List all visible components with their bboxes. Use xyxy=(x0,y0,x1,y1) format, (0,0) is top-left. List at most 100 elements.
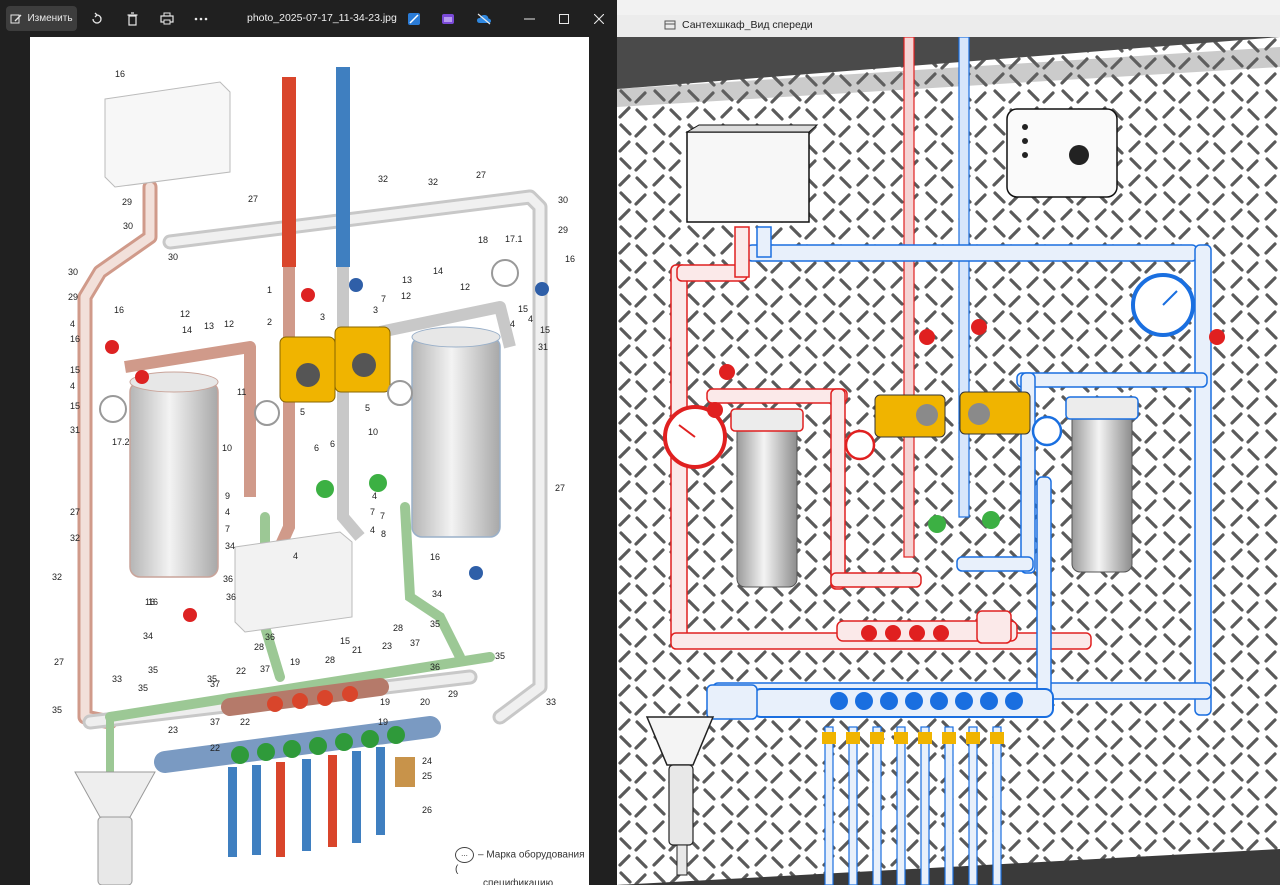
callout-label: 4 xyxy=(70,319,75,329)
callout-label: 29 xyxy=(68,292,78,302)
callout-label: 27 xyxy=(248,194,258,204)
photo-viewer-window[interactable]: Изменить photo_2025-07-17_11-34-23.jpg 1… xyxy=(0,0,617,885)
callout-label: 4 xyxy=(372,491,377,501)
callout-label: 17.2 xyxy=(112,437,130,447)
callout-label: 24 xyxy=(422,756,432,766)
callout-label: 19 xyxy=(378,717,388,727)
more-button[interactable] xyxy=(190,6,212,31)
callout-label: 7 xyxy=(381,294,386,304)
callout-label: 5 xyxy=(300,407,305,417)
photo-editor-button[interactable] xyxy=(404,6,424,31)
edit-icon xyxy=(10,14,22,23)
callout-label: 7 xyxy=(380,511,385,521)
print-button[interactable] xyxy=(156,6,178,31)
callout-label: 37 xyxy=(410,638,420,648)
callout-label: 11 xyxy=(237,387,246,397)
close-icon xyxy=(594,13,604,24)
callout-label: 6 xyxy=(314,443,319,453)
cad-viewport[interactable]: Сантехшкаф_Вид спереди xyxy=(617,0,1280,885)
callout-label: 4 xyxy=(370,525,375,535)
callout-label: 28 xyxy=(254,642,264,652)
callout-label: 30 xyxy=(558,195,568,205)
callout-label: 30 xyxy=(168,252,178,262)
clipchamp-button[interactable] xyxy=(438,6,458,31)
maximize-button[interactable] xyxy=(552,6,576,31)
rotate-icon xyxy=(92,12,102,24)
callout-label: 22 xyxy=(210,743,220,753)
photo-canvas[interactable]: 16 29 30 30 27 32 32 27 30 29 30 29 4 16 15 4 15 31 17.2 16… xyxy=(30,37,589,885)
callout-label: 16 xyxy=(430,552,440,562)
delete-button[interactable] xyxy=(121,6,143,31)
callout-label: 36 xyxy=(265,632,275,642)
callout-label: 16 xyxy=(115,69,125,79)
cad-title-strip xyxy=(617,0,1280,15)
photo-editor-icon xyxy=(408,12,420,25)
callout-label: 19 xyxy=(290,657,300,667)
onedrive-button[interactable] xyxy=(473,6,495,31)
callout-label: 12 xyxy=(224,319,234,329)
cad-view-tab[interactable]: Сантехшкаф_Вид спереди xyxy=(617,15,1280,38)
callout-label: 4 xyxy=(510,319,515,329)
callout-label: 22 xyxy=(236,666,246,676)
callout-label: 7 xyxy=(225,524,230,534)
callout-label: 35 xyxy=(52,705,62,715)
callout-label: 13 xyxy=(402,275,412,285)
callout-label: 16 xyxy=(565,254,575,264)
minimize-button[interactable] xyxy=(517,6,541,31)
edit-button[interactable]: Изменить xyxy=(6,6,77,31)
callout-label: 8 xyxy=(381,529,386,539)
callout-label: 30 xyxy=(68,267,78,277)
cad-view-tab-label: Сантехшкаф_Вид спереди xyxy=(682,19,813,31)
onedrive-off-icon xyxy=(477,13,491,24)
legend-line-2: спецификацию оборудов xyxy=(483,878,554,885)
callout-label: 3 xyxy=(320,312,325,322)
callout-label: 32 xyxy=(378,174,388,184)
callout-label: 31 xyxy=(70,425,80,435)
callout-label: 14 xyxy=(433,266,443,276)
diagram-funnel xyxy=(74,771,156,885)
callout-label: 16 xyxy=(114,305,124,315)
plumbing-diagram: 162930302732 322730293029416154153117.216… xyxy=(52,67,575,885)
bottom-caption: Рабочий xyxy=(195,869,288,885)
callout-label: 5 xyxy=(365,403,370,413)
diagram-pumps xyxy=(279,326,391,498)
callout-label: 9 xyxy=(225,491,230,501)
callout-label: 33 xyxy=(546,697,556,707)
callout-label: 12 xyxy=(460,282,470,292)
maximize-icon xyxy=(559,13,569,24)
callout-label: 35 xyxy=(207,674,217,684)
callout-label: 25 xyxy=(422,771,432,781)
callout-label: 15 xyxy=(70,365,80,375)
callout-label: 17.1 xyxy=(505,234,523,244)
callout-label: 21 xyxy=(352,645,362,655)
video-editor-icon xyxy=(442,13,454,24)
legend-line-1: – Марка оборудования ( xyxy=(455,849,585,875)
callout-label: 23 xyxy=(382,641,392,651)
callout-label: 3 xyxy=(373,305,378,315)
callout-label: 33 xyxy=(112,674,122,684)
close-button[interactable] xyxy=(587,6,611,31)
cad-filter-left xyxy=(730,408,804,588)
callout-label: 36 xyxy=(430,662,440,672)
callout-label: 34 xyxy=(225,541,235,551)
printer-icon xyxy=(160,12,174,25)
callout-label: 29 xyxy=(558,225,568,235)
view-icon xyxy=(664,20,676,30)
trash-icon xyxy=(127,11,137,26)
cad-3d-scene[interactable] xyxy=(617,37,1280,885)
viewer-toolbar: Изменить photo_2025-07-17_11-34-23.jpg xyxy=(0,0,617,37)
callout-label: 31 xyxy=(538,342,548,352)
callout-label: 7 xyxy=(370,507,375,517)
callout-label: 34 xyxy=(143,631,153,641)
callout-label: 19 xyxy=(380,697,390,707)
cad-filter-right xyxy=(1065,396,1139,573)
callout-label: 12 xyxy=(401,291,411,301)
callout-label: 4 xyxy=(293,551,298,561)
callout-label: 2 xyxy=(267,317,272,327)
callout-label: 4 xyxy=(70,381,75,391)
callout-label: 27 xyxy=(70,507,80,517)
rotate-button[interactable] xyxy=(86,6,108,31)
callout-label: 29 xyxy=(448,689,458,699)
callout-label: 32 xyxy=(52,572,62,582)
cad-controller-box xyxy=(1006,108,1118,198)
